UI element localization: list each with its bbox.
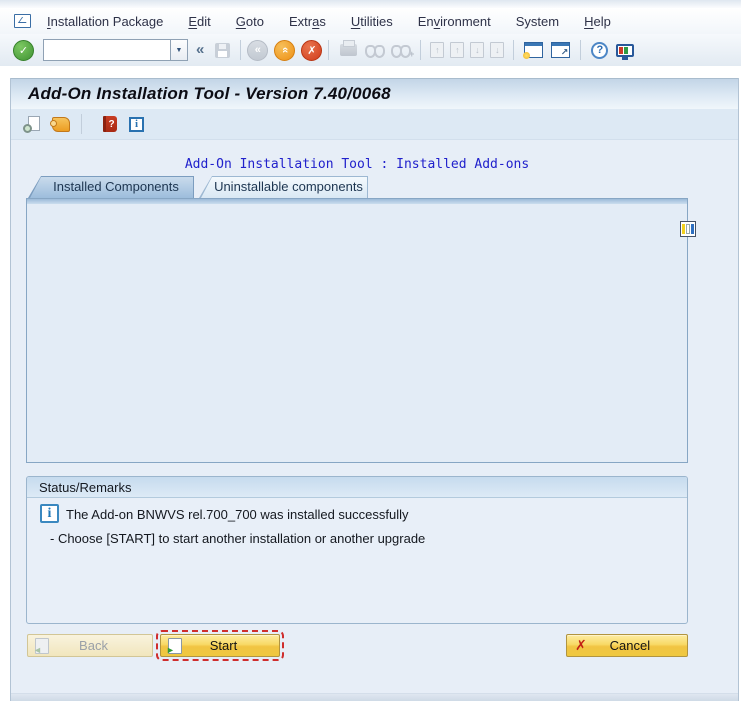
next-page-icon[interactable]: ↓ <box>470 42 484 58</box>
screen-title-bar: Add-On Installation Tool - Version 7.40/… <box>11 78 738 110</box>
screen-menu-icon[interactable] <box>14 14 31 28</box>
start-button[interactable]: ► Start <box>160 634 280 657</box>
menu-system[interactable]: System <box>516 14 559 29</box>
menu-bar: Installation Package Edit Goto Extras Ut… <box>0 8 741 35</box>
window-bottom-strip <box>11 693 738 701</box>
print-icon[interactable] <box>340 44 357 56</box>
toolbar-separator <box>513 40 514 60</box>
menu-utilities[interactable]: Utilities <box>351 14 393 29</box>
back-button[interactable]: ◄ Back <box>27 634 153 657</box>
log-icon[interactable] <box>52 117 70 132</box>
toolbar-separator <box>328 40 329 60</box>
new-session-icon[interactable] <box>524 42 543 58</box>
dynpro-heading: Add-On Installation Tool : Installed Add… <box>26 157 688 172</box>
application-toolbar: ? i <box>11 109 738 140</box>
glossary-help-icon[interactable]: ? <box>103 116 117 132</box>
system-toolbar: ✓ ▼ « « « ✗ + ↑ ↑ ↓ ↓ ↗ ? <box>0 34 741 67</box>
last-page-icon[interactable]: ↓ <box>490 42 504 58</box>
table-settings-icon[interactable] <box>680 221 696 237</box>
collapse-toolbar-icon[interactable]: « <box>196 41 204 58</box>
toolbar-separator <box>81 114 82 134</box>
menu-goto[interactable]: Goto <box>236 14 264 29</box>
check-display-icon[interactable] <box>23 116 41 133</box>
start-page-icon: ► <box>168 638 182 654</box>
help-icon[interactable]: ? <box>591 42 608 59</box>
tab-uninstallable-components[interactable]: Uninstallable components <box>199 176 368 198</box>
status-remarks-title: Status/Remarks <box>27 477 687 498</box>
cancel-x-icon: ✗ <box>575 637 587 654</box>
status-remarks-group: Status/Remarks i The Add-on BNWVS rel.70… <box>26 476 688 624</box>
create-shortcut-icon[interactable]: ↗ <box>551 42 570 58</box>
info-icon: i <box>40 504 59 523</box>
previous-page-icon[interactable]: ↑ <box>450 42 464 58</box>
tab-content-panel <box>26 198 688 463</box>
find-next-icon[interactable]: + <box>391 43 411 57</box>
command-dropdown-icon[interactable]: ▼ <box>170 39 188 61</box>
back-page-icon: ◄ <box>35 638 49 654</box>
first-page-icon[interactable]: ↑ <box>430 42 444 58</box>
window-top-strip <box>0 0 741 8</box>
status-hint: - Choose [START] to start another instal… <box>50 531 425 546</box>
screen-frame: Add-On Installation Tool - Version 7.40/… <box>10 78 739 701</box>
enter-icon[interactable]: ✓ <box>13 40 34 61</box>
customize-layout-icon[interactable] <box>616 44 634 57</box>
exit-icon[interactable]: « <box>274 40 295 61</box>
cancel-session-icon[interactable]: ✗ <box>301 40 322 61</box>
menu-installation-package[interactable]: Installation Package <box>47 14 163 29</box>
command-field: ▼ <box>43 39 188 61</box>
menu-extras[interactable]: Extras <box>289 14 326 29</box>
back-icon[interactable]: « <box>247 40 268 61</box>
window-gap <box>0 66 741 78</box>
sap-gui-window: Installation Package Edit Goto Extras Ut… <box>0 0 741 701</box>
tab-installed-components[interactable]: Installed Components <box>28 176 194 198</box>
menu-environment[interactable]: Environment <box>418 14 491 29</box>
screen-title: Add-On Installation Tool - Version 7.40/… <box>28 84 391 104</box>
cancel-button[interactable]: ✗ Cancel <box>566 634 688 657</box>
command-input[interactable] <box>43 39 170 61</box>
status-message: The Add-on BNWVS rel.700_700 was install… <box>66 507 409 522</box>
menu-edit[interactable]: Edit <box>188 14 210 29</box>
menu-help[interactable]: Help <box>584 14 611 29</box>
information-icon[interactable]: i <box>129 117 144 132</box>
find-icon[interactable] <box>365 43 385 57</box>
save-icon[interactable] <box>215 43 230 58</box>
toolbar-separator <box>240 40 241 60</box>
toolbar-separator <box>580 40 581 60</box>
toolbar-separator <box>420 40 421 60</box>
